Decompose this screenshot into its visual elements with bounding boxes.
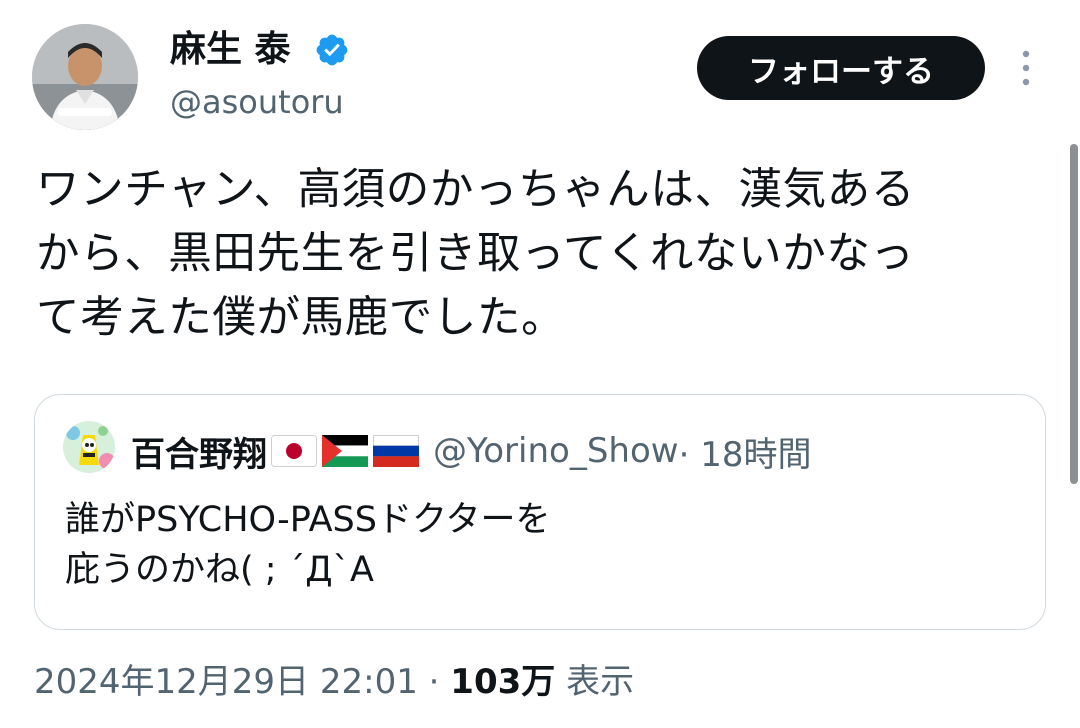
author-avatar[interactable]: [32, 24, 138, 130]
flags: [271, 435, 419, 467]
quoted-tweet-card[interactable]: 百合野翔 @Yorino_Show · 18時間 誰がPSYCHO-PASSドク…: [34, 394, 1046, 630]
tweet-datetime[interactable]: 2024年12月29日 22:01 ·: [34, 662, 450, 702]
japan-flag-icon: [271, 435, 317, 467]
author-display-name[interactable]: 麻生 泰: [170, 28, 291, 72]
quote-header: 百合野翔 @Yorino_Show · 18時間: [131, 425, 811, 477]
quote-display-name[interactable]: 百合野翔: [131, 427, 267, 476]
quote-text: 誰がPSYCHO-PASSドクターを 庇うのかね( ; ´Д`A: [65, 500, 551, 590]
verified-badge-icon: [314, 32, 350, 68]
quote-handle[interactable]: @Yorino_Show: [433, 431, 679, 471]
scrollbar[interactable]: [1070, 144, 1078, 484]
more-vertical-icon[interactable]: [1014, 46, 1038, 90]
tweet-meta: 2024年12月29日 22:01 · 103万 表示: [34, 658, 634, 706]
palestine-flag-icon: [322, 435, 368, 467]
tweet-text: ワンチャン、高須のかっちゃんは、漢気ある から、黒田先生を引き取ってくれないかな…: [36, 165, 915, 343]
quote-avatar[interactable]: [63, 421, 115, 473]
views-count[interactable]: 103万: [450, 662, 555, 702]
author-handle[interactable]: @asoutoru: [170, 80, 344, 124]
russia-flag-icon: [373, 435, 419, 467]
follow-button[interactable]: フォローする: [697, 36, 985, 100]
views-label: 表示: [555, 662, 635, 702]
quote-timestamp[interactable]: · 18時間: [679, 427, 812, 476]
